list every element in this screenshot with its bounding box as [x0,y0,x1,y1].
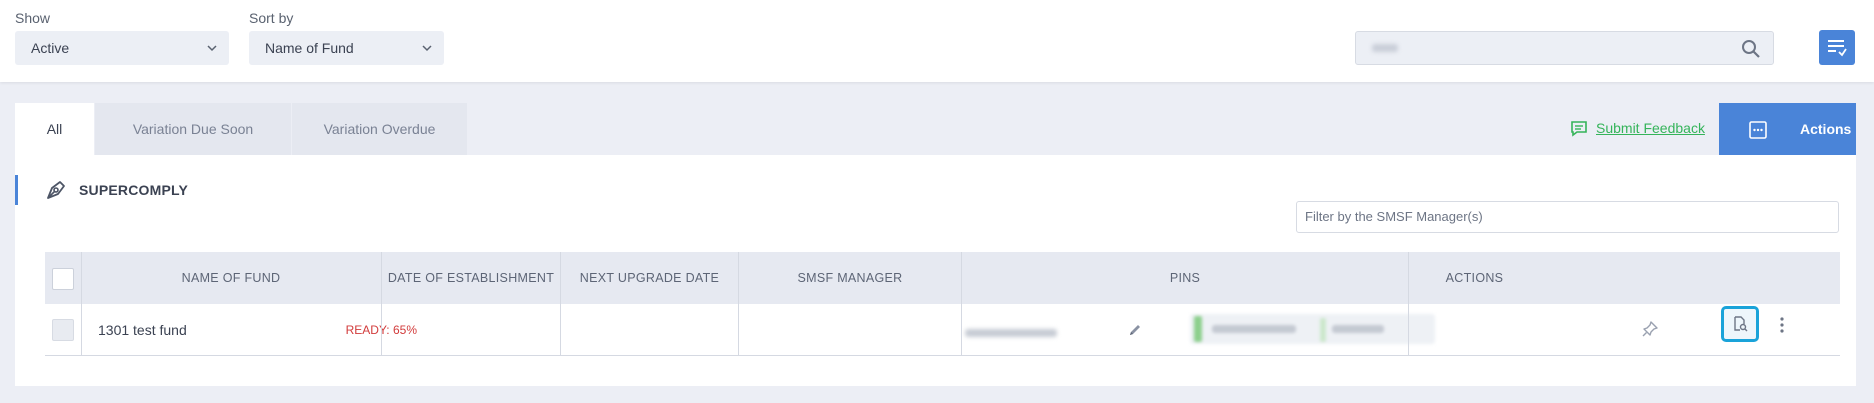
column-divider [1408,252,1409,356]
more-box-icon [1749,121,1767,139]
row-checkbox[interactable] [52,319,74,341]
supercomply-card: SUPERCOMPLY Filter by the SMSF Manager(s… [15,155,1856,386]
tab-variation-due-soon[interactable]: Variation Due Soon [95,103,291,155]
pen-nib-icon [47,181,65,199]
table-header: NAME OF FUND DATE OF ESTABLISHMENT NEXT … [45,252,1840,304]
sort-select-value: Name of Fund [265,40,354,56]
column-header-pins[interactable]: PINS [962,252,1408,304]
column-divider [381,252,382,356]
actions-button[interactable]: Actions [1719,103,1856,155]
view-document-button[interactable] [1721,306,1759,342]
column-header-actions: ACTIONS [1445,271,1504,285]
tab-variation-overdue[interactable]: Variation Overdue [292,103,467,155]
actions-button-label: Actions [1800,121,1852,137]
sort-select[interactable]: Name of Fund [249,31,444,65]
select-all-checkbox[interactable] [52,268,74,290]
submit-feedback-label: Submit Feedback [1596,120,1705,136]
column-header-smsf-manager[interactable]: SMSF MANAGER [739,252,961,304]
search-icon[interactable] [1741,39,1761,59]
show-select[interactable]: Active [15,31,229,65]
table-row[interactable]: 1301 test fund READY: 65% [45,304,1840,356]
column-header-name-of-fund[interactable]: NAME OF FUND [81,252,381,304]
chevron-down-icon [207,45,217,52]
show-label: Show [15,10,51,26]
column-divider [560,252,561,356]
main-panel: All Variation Due Soon Variation Overdue… [15,103,1856,386]
column-divider [961,252,962,356]
section-accent-bar [15,175,18,205]
sort-label: Sort by [249,10,294,26]
list-settings-icon [1828,40,1847,57]
list-settings-button[interactable] [1819,30,1855,65]
column-divider [81,252,82,356]
column-header-date-of-establishment[interactable]: DATE OF ESTABLISHMENT [382,252,560,304]
document-search-icon [1734,316,1748,332]
section-title: SUPERCOMPLY [79,182,189,198]
column-header-next-upgrade-date[interactable]: NEXT UPGRADE DATE [561,252,738,304]
chat-icon [1571,121,1587,137]
ready-status: READY: 65% [345,323,417,337]
smsf-manager-value [965,329,1057,337]
pin-icon[interactable] [1641,320,1659,338]
fund-name[interactable]: 1301 test fund [98,322,187,338]
tabs-row: All Variation Due Soon Variation Overdue… [15,103,1856,155]
column-divider [738,252,739,356]
pins-value [1190,314,1435,344]
more-vertical-icon[interactable] [1779,316,1785,334]
search-input-value [1372,44,1398,52]
top-toolbar: Show Active Sort by Name of Fund [0,0,1874,82]
show-select-value: Active [31,40,70,56]
tab-all[interactable]: All [15,103,94,155]
search-input[interactable] [1355,31,1774,65]
pencil-icon[interactable] [1128,323,1142,337]
smsf-manager-filter[interactable]: Filter by the SMSF Manager(s) [1296,201,1839,233]
chevron-down-icon [422,45,432,52]
